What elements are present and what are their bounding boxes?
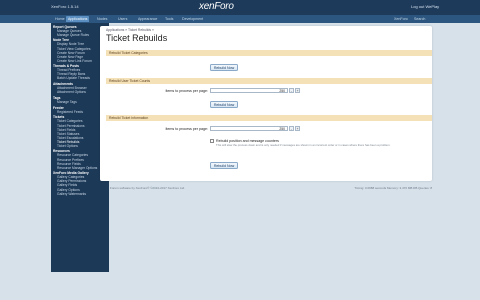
counts-minus-stepper[interactable]: -: [289, 88, 294, 93]
section-header-information: Rebuild Ticket Information: [106, 115, 432, 121]
rebuild-position-label[interactable]: Rebuild position and message counters: [216, 139, 279, 143]
information-items-input[interactable]: 250: [210, 126, 288, 131]
information-plus-stepper[interactable]: +: [295, 126, 300, 131]
breadcrumb-applications[interactable]: Applications »: [106, 28, 127, 32]
counts-items-input[interactable]: 250: [210, 88, 288, 93]
tab-nodes[interactable]: Nodes: [95, 16, 109, 22]
board-title[interactable]: XenForo 1.5.14: [51, 4, 79, 9]
rebuild-counts-button[interactable]: Rebuild Now: [210, 101, 238, 108]
page-title: Ticket Rebuilds: [106, 33, 168, 43]
breadcrumb-ticket-rebuilds[interactable]: Ticket Rebuilds »: [128, 28, 154, 32]
information-items-label: Items to process per page:: [165, 127, 208, 131]
tab-development[interactable]: Development: [180, 16, 205, 22]
tab-xenforo[interactable]: XenForo: [392, 16, 410, 22]
tab-users[interactable]: Users: [116, 16, 129, 22]
main-tab-bar: Home Applications Nodes Users Appearance…: [0, 15, 480, 23]
sidebar-item-gallery-watermarks[interactable]: Gallery Watermarks: [51, 192, 109, 196]
section-header-counts: Rebuild User Ticket Counts: [106, 78, 432, 84]
tab-tools[interactable]: Tools: [163, 16, 175, 22]
section-header-categories: Rebuild Ticket Categories: [106, 50, 432, 56]
content-panel: Applications » Ticket Rebuilds » Ticket …: [100, 26, 432, 181]
information-minus-stepper[interactable]: -: [289, 126, 294, 131]
rebuild-information-button[interactable]: Rebuild Now: [210, 162, 238, 169]
rebuild-categories-button[interactable]: Rebuild Now: [210, 64, 238, 71]
tab-applications[interactable]: Applications: [66, 16, 90, 22]
user-menu[interactable]: Log out WePlay: [411, 4, 439, 9]
counts-plus-stepper[interactable]: +: [295, 88, 300, 93]
footer-debug-info: Timing: 0.0688 seconds Memory: 3.476 MB …: [354, 186, 432, 190]
tab-home[interactable]: Home: [53, 16, 67, 22]
rebuild-position-hint: This will slow the process down and is o…: [216, 143, 391, 147]
footer-copyright[interactable]: Forum software by XenForo® ©2010-2017 Xe…: [110, 186, 185, 190]
rebuild-position-checkbox[interactable]: [210, 139, 214, 143]
top-header: XenForo 1.5.14 xenForo Log out WePlay: [0, 0, 480, 15]
tab-appearance[interactable]: Appearance: [136, 16, 159, 22]
counts-items-label: Items to process per page:: [165, 89, 208, 93]
breadcrumb: Applications » Ticket Rebuilds »: [106, 28, 154, 32]
tab-search[interactable]: Search: [412, 16, 427, 22]
footer: Forum software by XenForo® ©2010-2017 Xe…: [110, 186, 432, 192]
xenforo-logo: xenForo: [199, 1, 234, 12]
